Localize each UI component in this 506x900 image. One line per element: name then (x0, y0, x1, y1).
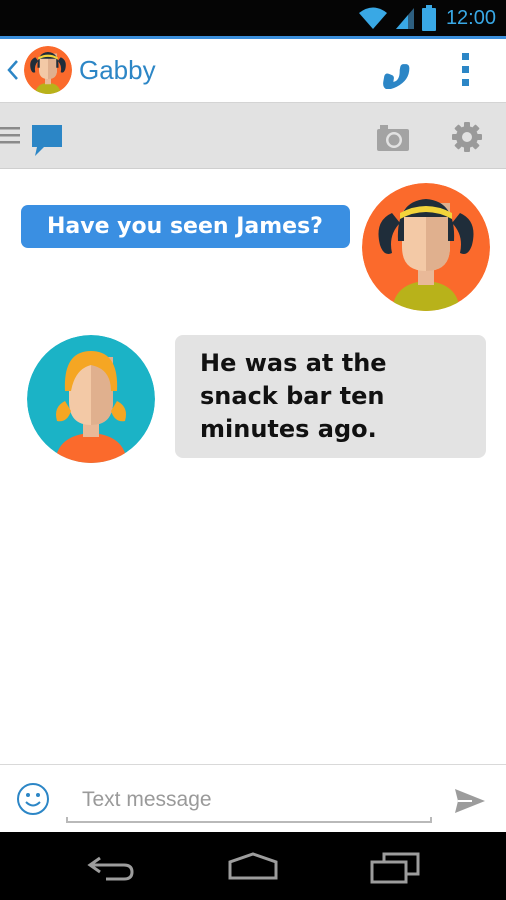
navigation-bar (0, 832, 506, 900)
message-input[interactable] (66, 779, 432, 821)
send-icon[interactable] (454, 787, 486, 815)
wifi-icon (358, 7, 387, 29)
status-icons: 12:00 (358, 4, 496, 32)
message-text: He was at the snack bar ten minutes ago. (200, 349, 387, 443)
avatar[interactable] (24, 46, 72, 94)
emoji-icon[interactable] (16, 782, 50, 816)
menu-icon[interactable] (0, 127, 22, 145)
contact-name[interactable]: Gabby (79, 55, 156, 86)
overflow-menu-icon[interactable] (454, 51, 478, 89)
input-underline (66, 817, 432, 823)
status-clock: 12:00 (445, 6, 496, 29)
toolbar (0, 103, 506, 169)
status-bar: 12:00 (0, 0, 506, 36)
home-icon[interactable] (226, 852, 280, 880)
camera-icon[interactable] (375, 123, 411, 153)
chat-bubble-icon[interactable] (30, 123, 64, 159)
back-icon[interactable] (86, 852, 136, 882)
gear-icon[interactable] (452, 122, 482, 152)
signal-icon (395, 8, 414, 29)
incoming-message-bubble[interactable]: He was at the snack bar ten minutes ago. (175, 335, 486, 458)
back-icon[interactable] (6, 57, 20, 83)
action-bar: Gabby (0, 39, 506, 103)
sender-avatar[interactable] (362, 183, 490, 311)
recipient-avatar[interactable] (27, 335, 155, 463)
outgoing-message-bubble[interactable]: Have you seen James? (21, 205, 350, 248)
message-text: Have you seen James? (47, 214, 323, 239)
phone-icon[interactable] (372, 53, 412, 89)
recent-apps-icon[interactable] (370, 852, 420, 884)
compose-bar (0, 764, 506, 833)
battery-icon (421, 5, 436, 31)
